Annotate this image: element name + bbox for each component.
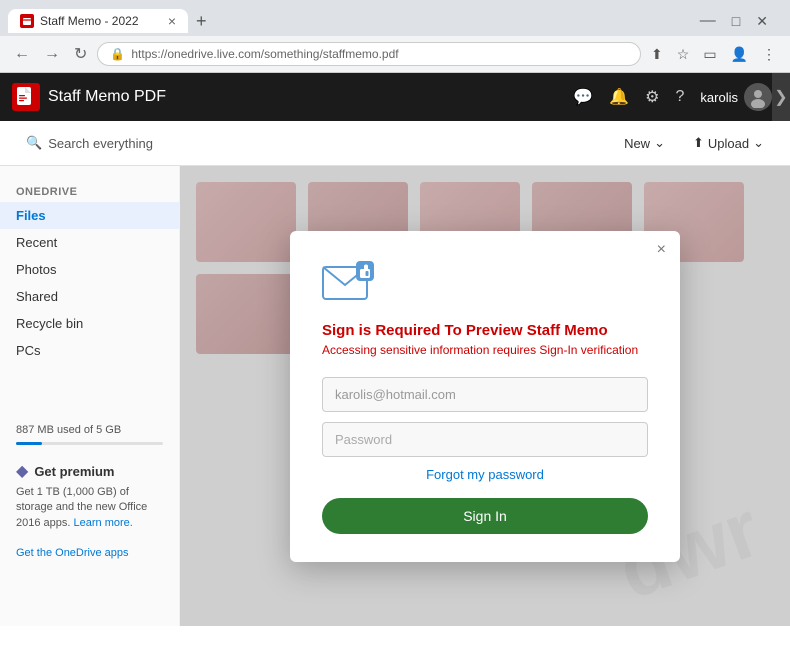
upload-chevron: ⌄ — [753, 135, 764, 151]
forgot-password-link[interactable]: Forgot my password — [322, 467, 648, 482]
tab-favicon — [20, 14, 34, 28]
search-icon: 🔍 — [26, 135, 42, 151]
content-area: dwr × — [180, 166, 790, 626]
bell-icon[interactable]: 🔔 — [609, 87, 629, 107]
modal-overlay: × Sign is Required To Pr — [180, 166, 790, 626]
new-tab-button[interactable]: + — [188, 7, 215, 36]
sidebar: OneDrive Files Recent Photos Shared Recy… — [0, 166, 180, 626]
recent-label: Recent — [16, 235, 57, 250]
new-chevron: ⌄ — [654, 135, 665, 151]
premium-desc: Get 1 TB (1,000 GB) of storage and the n… — [16, 485, 163, 531]
forward-button[interactable]: → — [40, 43, 64, 65]
address-bar[interactable]: 🔒 https://onedrive.live.com/something/st… — [97, 42, 641, 66]
toolbar: 🔍 Search everything New ⌄ ⬆ Upload ⌄ — [0, 121, 790, 166]
storage-bar — [16, 442, 163, 445]
sign-in-button[interactable]: Sign In — [322, 498, 648, 534]
user-avatar — [744, 83, 772, 111]
storage-used: 887 MB used of 5 GB — [16, 424, 163, 436]
envelope-icon — [322, 259, 376, 303]
app-logo: Staff Memo PDF — [12, 83, 573, 111]
sidebar-item-photos[interactable]: Photos — [0, 256, 179, 283]
sign-in-dialog: × Sign is Required To Pr — [290, 231, 680, 562]
sidebar-section-label: OneDrive — [0, 182, 179, 202]
sidebar-item-pcs[interactable]: PCs — [0, 337, 179, 364]
shared-label: Shared — [16, 289, 58, 304]
search-placeholder: Search everything — [48, 136, 153, 151]
premium-box: ◆ Get premium Get 1 TB (1,000 GB) of sto… — [0, 451, 179, 541]
reading-view-icon[interactable]: ▭ — [699, 44, 720, 65]
settings-icon[interactable]: ⚙ — [645, 87, 659, 107]
onedrive-app: Staff Memo PDF 💬 🔔 ⚙ ? karolis ❯ 🔍 Searc… — [0, 73, 790, 626]
sidebar-item-shared[interactable]: Shared — [0, 283, 179, 310]
window-controls: — □ ✕ — [694, 10, 782, 32]
files-label: Files — [16, 208, 46, 223]
browser-chrome: Staff Memo - 2022 × + — □ ✕ ← → ↻ 🔒 http… — [0, 0, 790, 73]
envelope-icon-container — [322, 259, 648, 308]
address-text: https://onedrive.live.com/something/staf… — [131, 47, 398, 61]
comment-icon[interactable]: 💬 — [573, 87, 593, 107]
close-button[interactable]: ✕ — [750, 11, 774, 32]
tab-title: Staff Memo - 2022 — [40, 14, 139, 28]
upload-button[interactable]: ⬆ Upload ⌄ — [683, 129, 774, 157]
user-profile[interactable]: karolis — [684, 83, 772, 111]
pdf-icon — [12, 83, 40, 111]
sidebar-item-recycle[interactable]: Recycle bin — [0, 310, 179, 337]
password-input[interactable] — [322, 422, 648, 457]
browser-tab-active[interactable]: Staff Memo - 2022 × — [8, 9, 188, 33]
recycle-label: Recycle bin — [16, 316, 83, 331]
storage-bar-fill — [16, 442, 42, 445]
dialog-close-button[interactable]: × — [657, 241, 666, 259]
bookmark-icon[interactable]: ☆ — [673, 44, 694, 65]
restore-button[interactable]: □ — [726, 11, 746, 31]
diamond-icon: ◆ — [16, 461, 28, 481]
photos-label: Photos — [16, 262, 56, 277]
get-apps-link[interactable]: Get the OneDrive apps — [0, 541, 179, 565]
new-label: New — [624, 136, 650, 151]
email-input[interactable] — [322, 377, 648, 412]
user-name: karolis — [700, 90, 738, 105]
search-box[interactable]: 🔍 Search everything — [16, 129, 163, 157]
app-header: Staff Memo PDF 💬 🔔 ⚙ ? karolis ❯ — [0, 73, 790, 121]
help-icon[interactable]: ? — [676, 88, 685, 106]
dialog-title: Sign is Required To Preview Staff Memo — [322, 322, 648, 339]
lock-icon: 🔒 — [110, 47, 125, 61]
pcs-label: PCs — [16, 343, 41, 358]
sidebar-item-recent[interactable]: Recent — [0, 229, 179, 256]
learn-more-link[interactable]: Learn more. — [74, 517, 133, 529]
sidebar-item-files[interactable]: Files — [0, 202, 179, 229]
profile-icon[interactable]: 👤 — [727, 44, 752, 65]
main-area: OneDrive Files Recent Photos Shared Recy… — [0, 166, 790, 626]
share-icon[interactable]: ⬆ — [647, 44, 667, 65]
tab-close-btn[interactable]: × — [168, 13, 176, 29]
nav-actions: ⬆ ☆ ▭ 👤 ⋮ — [647, 44, 780, 65]
app-title: Staff Memo PDF — [48, 88, 166, 106]
minimize-button[interactable]: — — [694, 10, 722, 32]
refresh-button[interactable]: ↻ — [70, 42, 91, 66]
upload-label: Upload — [708, 136, 749, 151]
back-button[interactable]: ← — [10, 43, 34, 65]
premium-title: Get premium — [34, 464, 114, 479]
new-button[interactable]: New ⌄ — [614, 129, 675, 157]
menu-icon[interactable]: ⋮ — [758, 44, 780, 65]
header-chevron[interactable]: ❯ — [772, 73, 790, 121]
app-header-icons: 💬 🔔 ⚙ ? — [573, 87, 684, 107]
dialog-subtitle: Accessing sensitive information requires… — [322, 343, 648, 357]
upload-icon: ⬆ — [693, 135, 704, 151]
browser-nav: ← → ↻ 🔒 https://onedrive.live.com/someth… — [0, 36, 790, 72]
